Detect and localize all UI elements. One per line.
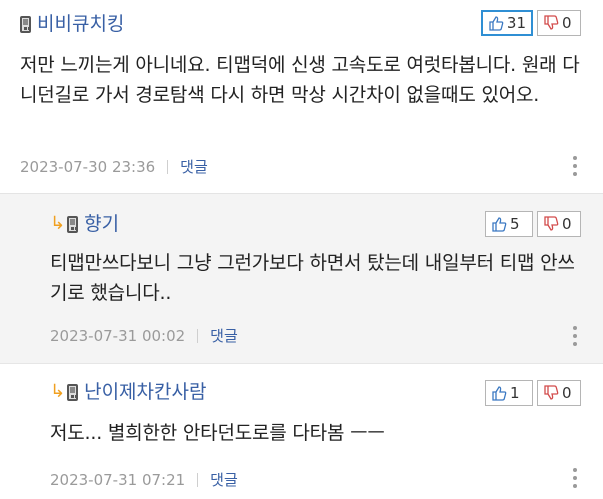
vote-group: 1 0 <box>485 380 581 406</box>
comment-text: 저도... 별희한한 안타던도로를 다타봄 ㅡㅡ <box>50 422 385 444</box>
more-vertical-icon[interactable] <box>573 156 577 176</box>
comment-text: 티맵만쓰다보니 그냥 그런가보다 하면서 탔는데 내일부터 티맵 안쓰기로 했습… <box>50 252 575 304</box>
thumbs-up-icon <box>491 216 507 232</box>
vote-group: 31 0 <box>480 10 581 36</box>
comment-header: ↳ 향기 <box>50 212 119 236</box>
comment-meta: 2023-07-31 07:21 댓글 <box>50 469 238 490</box>
mobile-phone-icon <box>20 15 31 33</box>
downvote-count: 0 <box>562 215 572 233</box>
downvote-count: 0 <box>562 384 572 402</box>
comment-date: 2023-07-31 00:02 <box>50 326 186 345</box>
comment-header: ↳ 난이제차칸사람 <box>50 380 206 404</box>
comment-meta: 2023-07-30 23:36 댓글 <box>20 156 208 177</box>
reply-arrow-icon: ↳ <box>50 381 66 402</box>
meta-divider <box>197 328 199 343</box>
vote-group: 5 0 <box>485 211 581 237</box>
downvote-button[interactable]: 0 <box>537 380 581 406</box>
upvote-button[interactable]: 1 <box>485 380 533 406</box>
thumbs-down-icon <box>543 216 559 232</box>
more-vertical-icon[interactable] <box>573 326 577 346</box>
downvote-button[interactable]: 0 <box>537 211 581 237</box>
reply-arrow-icon: ↳ <box>50 213 66 234</box>
comment-date: 2023-07-31 07:21 <box>50 470 186 489</box>
comment-username[interactable]: 난이제차칸사람 <box>84 382 206 402</box>
mobile-phone-icon <box>67 215 79 233</box>
comment-username[interactable]: 비비큐치킹 <box>37 14 124 34</box>
more-vertical-icon[interactable] <box>573 468 577 488</box>
thumbs-down-icon <box>543 385 559 401</box>
comment-username[interactable]: 향기 <box>84 214 119 234</box>
reply-link[interactable]: 댓글 <box>210 325 238 346</box>
upvote-count: 31 <box>506 14 526 32</box>
upvote-count: 1 <box>510 384 520 402</box>
comment-text: 저만 느끼는게 아니네요. 티맵덕에 신생 고속도로 여럿타봅니다. 원래 다니… <box>20 54 580 106</box>
downvote-button[interactable]: 0 <box>537 10 581 36</box>
meta-divider <box>197 472 199 487</box>
upvote-button[interactable]: 5 <box>485 211 533 237</box>
thumbs-up-icon <box>491 385 507 401</box>
thumbs-down-icon <box>543 15 559 31</box>
meta-divider <box>167 159 169 174</box>
thumbs-up-icon <box>488 15 504 31</box>
mobile-phone-icon <box>67 383 79 401</box>
comment-date: 2023-07-30 23:36 <box>20 157 156 176</box>
reply-link[interactable]: 댓글 <box>210 469 238 490</box>
comment-meta: 2023-07-31 00:02 댓글 <box>50 325 238 346</box>
upvote-count: 5 <box>510 215 520 233</box>
downvote-count: 0 <box>562 14 572 32</box>
comment-header: 비비큐치킹 <box>20 12 124 36</box>
comment-item: 비비큐치킹 31 0 저만 느끼는게 아니네요. 티맵덕에 신생 고속도로 여럿… <box>0 0 603 194</box>
upvote-button[interactable]: 31 <box>480 10 533 36</box>
reply-link[interactable]: 댓글 <box>180 156 208 177</box>
